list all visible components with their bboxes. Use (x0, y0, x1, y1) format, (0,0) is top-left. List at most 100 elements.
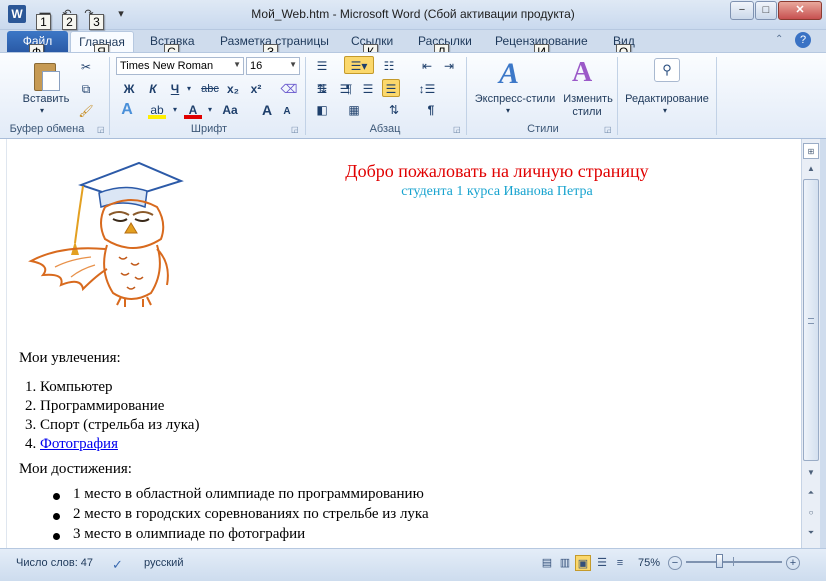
borders-icon[interactable]: ▦ (345, 101, 363, 119)
font-launcher-icon[interactable]: ◲ (291, 125, 299, 134)
italic-button[interactable]: К (144, 80, 162, 98)
close-button[interactable]: ✕ (778, 1, 822, 20)
chevron-down-icon: ▼ (289, 60, 297, 69)
maximize-button[interactable]: □ (755, 1, 777, 20)
change-styles-label-1[interactable]: Изменить (560, 93, 616, 105)
align-right-icon[interactable]: ☰ (359, 80, 377, 98)
align-center-icon[interactable]: ☰ (336, 80, 354, 98)
font-size-select[interactable]: 16 ▼ (246, 57, 300, 75)
justify-icon[interactable]: ☰ (382, 79, 400, 97)
minimize-button[interactable]: − (730, 1, 754, 20)
bold-button[interactable]: Ж (120, 80, 138, 98)
change-case-button[interactable]: Aa (218, 101, 242, 119)
word-count[interactable]: Число слов: 47 (16, 557, 93, 569)
list-item: 1. Компьютер (25, 379, 113, 395)
previous-page-icon[interactable]: ⏶ (803, 485, 819, 501)
decrease-indent-icon[interactable]: ⇤ (418, 57, 436, 75)
clipboard-launcher-icon[interactable]: ◲ (97, 125, 105, 134)
editing-button[interactable]: Редактирование (622, 93, 712, 105)
quick-styles-button[interactable]: Экспресс-стили (472, 93, 558, 105)
ribbon-tabs: Файл Главная Вставка Разметка страницы С… (0, 30, 826, 53)
superscript-button[interactable]: x² (247, 80, 265, 98)
font-size-value: 16 (250, 60, 263, 72)
help-icon[interactable]: ? (795, 32, 811, 48)
vertical-scrollbar[interactable]: ⊞ ▲ ▼ ⏶ ○ ⏷ (801, 139, 820, 548)
scroll-thumb[interactable] (803, 179, 819, 461)
list-item: 3. Спорт (стрельба из лука) (25, 417, 200, 433)
page-heading: Добро пожаловать на личную страницу (345, 161, 649, 181)
achievements-title: Мои достижения: (19, 461, 132, 477)
photography-link[interactable]: Фотография (40, 436, 118, 452)
paragraph-launcher-icon[interactable]: ◲ (453, 125, 461, 134)
quick-styles-dropdown-icon[interactable]: ▾ (506, 106, 510, 115)
highlight-dropdown-icon[interactable]: ▾ (166, 101, 184, 119)
zoom-out-button[interactable]: − (668, 556, 682, 570)
multilevel-list-icon[interactable]: ☷ (380, 57, 398, 75)
document-page[interactable]: Добро пожаловать на личную страницу студ… (6, 139, 801, 548)
line-spacing-icon[interactable]: ↕☰ (418, 80, 436, 98)
strikethrough-button[interactable]: abc (199, 80, 221, 98)
group-label-paragraph: Абзац (369, 123, 401, 135)
list-item: 1 место в областной олимпиаде по програм… (53, 486, 429, 506)
clear-formatting-icon[interactable]: ⌫ (280, 80, 298, 98)
editing-dropdown-icon[interactable]: ▾ (663, 106, 667, 115)
styles-launcher-icon[interactable]: ◲ (604, 125, 612, 134)
draft-view-icon[interactable]: ≡ (612, 555, 628, 571)
achievements-list: 1 место в областной олимпиаде по програм… (53, 486, 429, 546)
quick-styles-icon[interactable]: A (499, 57, 533, 91)
binoculars-icon[interactable]: ⚲ (654, 58, 680, 82)
zoom-level[interactable]: 75% (638, 557, 660, 569)
next-page-icon[interactable]: ⏷ (803, 525, 819, 541)
font-family-select[interactable]: Times New Roman ▼ (116, 57, 244, 75)
chevron-down-icon: ▼ (233, 60, 241, 69)
paste-icon[interactable] (32, 59, 62, 93)
numbering-icon[interactable]: ☰▾ (344, 56, 374, 74)
align-left-icon[interactable]: ☰ (313, 80, 331, 98)
ruler-toggle-icon[interactable]: ⊞ (803, 143, 819, 159)
scroll-up-icon[interactable]: ▲ (803, 161, 819, 177)
text-effects-icon[interactable]: A (118, 101, 136, 119)
zoom-slider-track[interactable] (686, 561, 782, 563)
web-layout-icon[interactable]: ▣ (575, 555, 591, 571)
change-styles-label-2[interactable]: стили (564, 106, 610, 118)
sort-az-icon[interactable]: ⇅ (385, 101, 403, 119)
copy-icon[interactable]: ⧉ (77, 80, 95, 98)
bullets-icon[interactable]: ☰ (313, 57, 331, 75)
grow-font-button[interactable]: A (258, 101, 276, 119)
zoom-slider-center-mark (733, 557, 734, 566)
list-item: 3 место в олимпиаде по фотографии (53, 526, 429, 546)
scroll-down-icon[interactable]: ▼ (803, 465, 819, 481)
paste-dropdown-icon[interactable]: ▾ (40, 106, 44, 115)
cut-icon[interactable]: ✂ (77, 58, 95, 76)
hobbies-list: 1. Компьютер 2. Программирование 3. Спор… (25, 379, 199, 455)
title-bar: W ▬ ↶ ↷ ▾ 1 2 3 Мой_Web.htm - Microsoft … (0, 0, 826, 30)
select-browse-object-icon[interactable]: ○ (803, 505, 819, 521)
underline-dropdown-icon[interactable]: ▾ (180, 80, 198, 98)
hobbies-title: Мои увлечения: (19, 350, 121, 366)
shrink-font-button[interactable]: A (278, 103, 296, 121)
group-label-styles: Стили (527, 123, 559, 135)
document-area: Добро пожаловать на личную страницу студ… (0, 139, 801, 548)
font-color-dropdown-icon[interactable]: ▾ (201, 101, 219, 119)
group-label-font: Шрифт (190, 123, 228, 135)
proofing-icon[interactable]: ✓ (112, 557, 123, 573)
full-screen-reading-icon[interactable]: ▥ (557, 555, 573, 571)
increase-indent-icon[interactable]: ⇥ (440, 57, 458, 75)
zoom-slider-thumb[interactable] (716, 554, 723, 568)
print-layout-icon[interactable]: ▤ (539, 555, 555, 571)
outline-view-icon[interactable]: ☰ (594, 555, 610, 571)
paragraph-marks-icon[interactable]: ¶ (422, 101, 440, 119)
collapse-ribbon-icon[interactable]: ⌃ (775, 34, 783, 45)
page-subheading: студента 1 курса Иванова Петра (401, 184, 593, 199)
list-item: 2 место в городских соревнованиях по стр… (53, 506, 429, 526)
change-styles-icon[interactable]: A (572, 57, 606, 91)
shading-icon[interactable]: ◧ (313, 101, 331, 119)
language-indicator[interactable]: русский (144, 557, 183, 569)
format-painter-icon[interactable]: 🖌 (77, 102, 95, 120)
paste-button[interactable]: Вставить (20, 93, 72, 105)
subscript-button[interactable]: x₂ (224, 80, 242, 98)
font-color-icon[interactable]: A (184, 101, 202, 119)
list-item: 2. Программирование (25, 398, 165, 414)
highlight-color-icon[interactable]: ab (148, 101, 166, 119)
zoom-in-button[interactable]: + (786, 556, 800, 570)
